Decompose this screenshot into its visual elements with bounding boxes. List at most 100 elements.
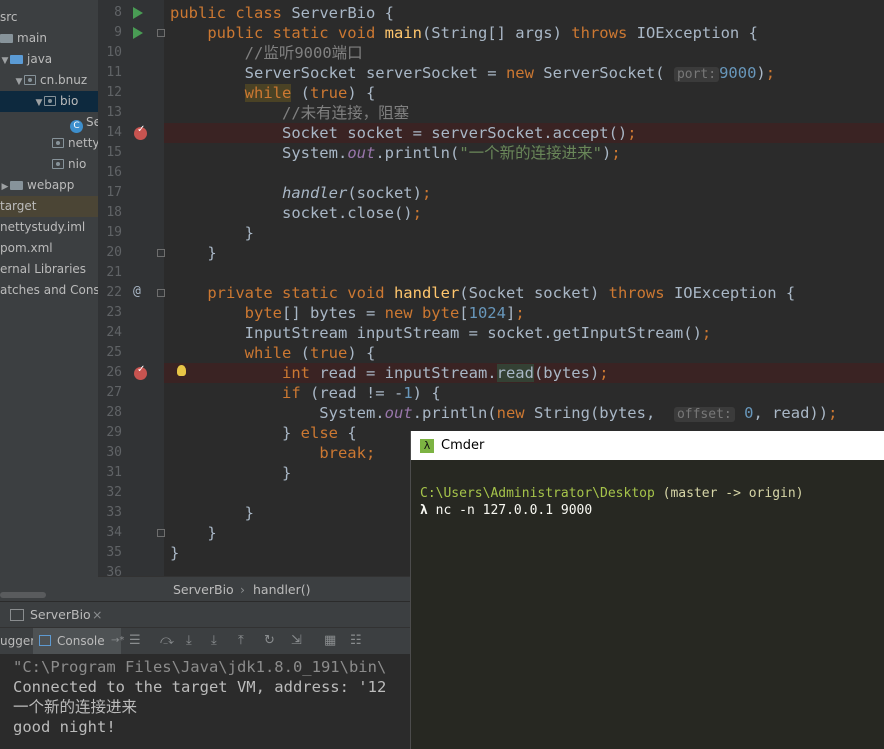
chevron-down-icon[interactable]: ▼ bbox=[0, 51, 10, 72]
code-line: int read = inputStream.read(bytes); bbox=[281, 364, 609, 382]
step-into-icon[interactable]: ⤓ bbox=[186, 634, 192, 648]
line-number: 15 bbox=[106, 145, 122, 160]
code-line: while (true) { bbox=[244, 84, 376, 102]
chevron-down-icon[interactable]: ▼ bbox=[34, 93, 44, 114]
run-main-icon[interactable] bbox=[133, 27, 143, 39]
code-line: public class ServerBio { bbox=[170, 4, 394, 22]
line-number: 16 bbox=[106, 165, 122, 180]
breadcrumb-item-class[interactable]: ServerBio bbox=[173, 577, 234, 602]
step-out-icon[interactable]: ⤒ bbox=[238, 634, 244, 648]
code-string: "一个新的连接进来" bbox=[459, 144, 602, 162]
code-line: System.out.println(new String(bytes, off… bbox=[170, 404, 838, 422]
code-comment: //未有连接，阻塞 bbox=[281, 104, 410, 122]
line-number: 28 bbox=[106, 405, 122, 420]
debug-window-icon bbox=[10, 609, 24, 621]
code-line: handler(socket); bbox=[281, 184, 432, 202]
run-to-cursor-icon[interactable]: ⇲ bbox=[291, 634, 302, 648]
line-number: 22 bbox=[106, 285, 122, 300]
tree-item-pom[interactable]: pom.xml bbox=[0, 238, 98, 259]
package-icon bbox=[52, 138, 64, 148]
tree-item-java[interactable]: ▼ java bbox=[0, 49, 98, 70]
horizontal-scrollbar[interactable] bbox=[0, 592, 46, 598]
line-number: 11 bbox=[106, 65, 122, 80]
code-line: //未有连接，阻塞 bbox=[170, 103, 409, 123]
chevron-down-icon[interactable]: ▼ bbox=[14, 72, 24, 93]
menu-icon[interactable]: ☰ bbox=[129, 634, 141, 648]
drop-frame-icon[interactable]: ↻ bbox=[264, 634, 275, 648]
code-line: Socket socket = serverSocket.accept(); bbox=[170, 124, 637, 142]
code-line: byte[] bytes = new byte[1024]; bbox=[244, 304, 525, 322]
line-number: 34 bbox=[106, 525, 122, 540]
tree-item-external-libraries[interactable]: ernal Libraries bbox=[0, 259, 98, 280]
tree-item-serverbio[interactable]: C Se bbox=[0, 112, 98, 133]
tree-item-label: ernal Libraries bbox=[0, 262, 87, 276]
line-number: 10 bbox=[106, 45, 122, 60]
breadcrumb-item-method[interactable]: handler() bbox=[253, 577, 311, 602]
console-line: Connected to the target VM, address: '12 bbox=[13, 678, 387, 696]
line-number: 9 bbox=[114, 25, 122, 40]
code-line: } bbox=[170, 244, 217, 262]
terminal-command: nc -n 127.0.0.1 9000 bbox=[435, 503, 593, 518]
tree-item-bio[interactable]: ▼ bio bbox=[0, 91, 98, 112]
console-line: good night! bbox=[13, 718, 116, 736]
tree-item-src[interactable]: src bbox=[0, 7, 98, 28]
tree-item-nio[interactable]: nio bbox=[0, 154, 98, 175]
evaluate-icon[interactable]: ▦ bbox=[324, 634, 336, 648]
tree-item-scratches[interactable]: atches and Cons bbox=[0, 280, 98, 301]
pin-icon[interactable]: →* bbox=[111, 628, 124, 654]
tree-item-label: webapp bbox=[27, 178, 75, 192]
breakpoint-icon[interactable] bbox=[134, 364, 147, 380]
code-line: } else { bbox=[170, 424, 357, 442]
force-step-into-icon[interactable]: ⤓ bbox=[211, 634, 217, 648]
tree-item-label: nio bbox=[68, 157, 87, 171]
terminal-prompt-path-line: C:\Users\Administrator\Desktop (master -… bbox=[420, 485, 804, 502]
tree-item-iml[interactable]: nettystudy.iml bbox=[0, 217, 98, 238]
code-line: private static void handler(Socket socke… bbox=[207, 284, 796, 302]
line-number: 8 bbox=[114, 5, 122, 20]
line-number: 25 bbox=[106, 345, 122, 360]
tree-item-target[interactable]: target bbox=[0, 196, 98, 217]
cmder-title-bar[interactable]: λ Cmder bbox=[411, 431, 884, 460]
close-icon[interactable]: × bbox=[92, 602, 102, 628]
code-line: break; bbox=[319, 444, 376, 462]
tree-item-webapp[interactable]: ▶ webapp bbox=[0, 175, 98, 196]
line-number: 20 bbox=[106, 245, 122, 260]
line-number: 32 bbox=[106, 485, 122, 500]
tab-debugger[interactable]: ugger bbox=[0, 628, 35, 655]
tree-item-label: netty bbox=[68, 136, 98, 150]
line-number: 12 bbox=[106, 85, 122, 100]
console-icon bbox=[39, 635, 51, 646]
source-folder-icon bbox=[10, 55, 23, 64]
param-hint-offset: offset: bbox=[673, 407, 735, 422]
line-number: 33 bbox=[106, 505, 122, 520]
tree-item-cn-bnuz[interactable]: ▼ cn.bnuz bbox=[0, 70, 98, 91]
console-line: "C:\Program Files\Java\jdk1.8.0_191\bin\ bbox=[13, 658, 387, 676]
param-hint-port: port: bbox=[673, 67, 720, 82]
run-tab-title[interactable]: ServerBio bbox=[30, 602, 91, 628]
terminal-command-line[interactable]: λ nc -n 127.0.0.1 9000 bbox=[420, 502, 592, 519]
breakpoint-icon[interactable] bbox=[134, 124, 147, 140]
tab-console[interactable]: Console →* bbox=[33, 628, 124, 655]
run-class-icon[interactable] bbox=[133, 7, 143, 19]
step-over-icon[interactable]: ⤼ bbox=[160, 634, 174, 648]
tab-label: ugger bbox=[0, 634, 36, 648]
line-number: 35 bbox=[106, 545, 122, 560]
code-line: } bbox=[170, 464, 292, 482]
code-line: //监听9000端口 bbox=[170, 43, 363, 63]
line-number: 21 bbox=[106, 265, 122, 280]
code-line: socket.close(); bbox=[170, 204, 422, 222]
line-number: 18 bbox=[106, 205, 122, 220]
package-icon bbox=[24, 75, 36, 85]
chevron-right-icon[interactable]: ▶ bbox=[0, 177, 10, 198]
tree-item-label: Se bbox=[86, 115, 98, 129]
line-number: 17 bbox=[106, 185, 122, 200]
tree-item-netty[interactable]: netty bbox=[0, 133, 98, 154]
code-line: } bbox=[170, 524, 217, 542]
annotation-at-icon[interactable]: @ bbox=[133, 284, 141, 299]
tree-item-main[interactable]: main bbox=[0, 28, 98, 49]
folder-icon bbox=[10, 181, 23, 190]
prompt-symbol: λ bbox=[420, 503, 428, 518]
trace-icon[interactable]: ☷ bbox=[350, 634, 362, 648]
class-icon: C bbox=[70, 120, 83, 133]
cmder-title: Cmder bbox=[441, 438, 485, 453]
